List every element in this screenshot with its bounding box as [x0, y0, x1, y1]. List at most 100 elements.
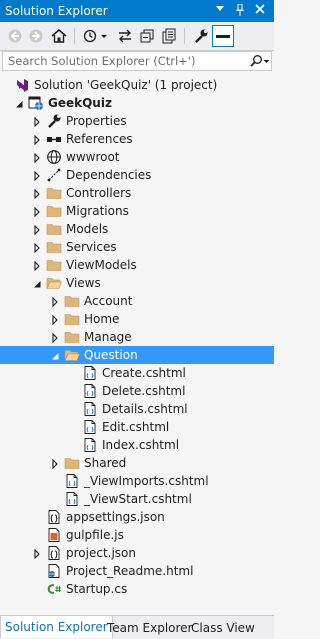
pin-icon[interactable] — [232, 2, 248, 18]
search-options-chevron-icon[interactable] — [263, 53, 270, 72]
tree-item-label: Project_Readme.html — [66, 564, 194, 578]
folder-open-icon — [64, 347, 80, 363]
close-icon[interactable] — [252, 2, 268, 18]
collapsed-arrow-icon[interactable] — [32, 260, 42, 272]
collapsed-arrow-icon[interactable] — [50, 314, 60, 326]
home-icon[interactable] — [50, 27, 68, 45]
properties-wrench-icon[interactable] — [192, 27, 210, 45]
sync-with-document-icon[interactable] — [116, 27, 134, 45]
tree-item[interactable]: Models — [0, 220, 274, 238]
chevron-down-icon[interactable] — [100, 27, 108, 45]
tree-item[interactable]: Views — [0, 274, 274, 292]
search-icon[interactable] — [249, 54, 263, 68]
dependencies-icon — [46, 167, 62, 183]
window-title: Solution Explorer — [5, 4, 108, 18]
tree-item-label: References — [66, 132, 133, 146]
tree-item[interactable]: Account — [0, 292, 274, 310]
forward-icon[interactable] — [27, 27, 45, 45]
tab-solution-explorer[interactable]: Solution Explorer — [0, 616, 113, 638]
tree-item-label: wwwroot — [66, 150, 120, 164]
tree-item[interactable]: appsettings.json — [0, 508, 274, 526]
pending-changes-filter-icon[interactable] — [82, 27, 100, 45]
tree-item[interactable]: GeekQuiz — [0, 94, 274, 112]
tree-item-label: Manage — [84, 330, 132, 344]
cshtml-file-icon — [82, 437, 98, 453]
folder-icon — [64, 455, 80, 471]
tree-item-label: project.json — [66, 546, 136, 560]
collapsed-arrow-icon[interactable] — [50, 296, 60, 308]
collapsed-arrow-icon[interactable] — [32, 188, 42, 200]
search-box — [2, 51, 272, 71]
tree-item-label: ViewModels — [66, 258, 137, 272]
title-bar: Solution Explorer — [0, 0, 274, 22]
preview-selected-items-icon[interactable] — [212, 25, 234, 47]
tree-item[interactable]: Manage — [0, 328, 274, 346]
collapsed-arrow-icon[interactable] — [32, 152, 42, 164]
expanded-arrow-icon[interactable] — [50, 350, 60, 360]
tree-item-label: Startup.cs — [66, 582, 128, 596]
tree-item[interactable]: Details.cshtml — [0, 400, 274, 418]
tree-item-label: Shared — [84, 456, 127, 470]
back-icon[interactable] — [6, 27, 24, 45]
collapsed-arrow-icon[interactable] — [32, 548, 42, 560]
folder-icon — [64, 329, 80, 345]
folder-icon — [64, 293, 80, 309]
show-all-files-icon[interactable] — [160, 27, 178, 45]
tree-item[interactable]: _ViewImports.cshtml — [0, 472, 274, 490]
tree-item[interactable]: wwwroot — [0, 148, 274, 166]
toolbar-separator — [74, 28, 75, 44]
tree-item-label: Index.cshtml — [102, 438, 180, 452]
cshtml-file-icon — [64, 473, 80, 489]
expanded-arrow-icon[interactable] — [14, 98, 24, 108]
collapsed-arrow-icon[interactable] — [32, 206, 42, 218]
tree-item-label: Create.cshtml — [102, 366, 186, 380]
tree-item[interactable]: Migrations — [0, 202, 274, 220]
collapsed-arrow-icon[interactable] — [50, 332, 60, 344]
tree-item[interactable]: _ViewStart.cshtml — [0, 490, 274, 508]
tree-item[interactable]: gulpfile.js — [0, 526, 274, 544]
collapsed-arrow-icon[interactable] — [32, 134, 42, 146]
tab-class-view[interactable]: Class View — [187, 619, 259, 637]
collapsed-arrow-icon[interactable] — [32, 224, 42, 236]
tree-item[interactable]: project.json — [0, 544, 274, 562]
tree-item[interactable]: Startup.cs — [0, 580, 274, 598]
tree-item-label: gulpfile.js — [66, 528, 124, 542]
expanded-arrow-icon[interactable] — [32, 278, 42, 288]
references-icon — [46, 131, 62, 147]
toolbar — [0, 22, 274, 51]
collapsed-arrow-icon[interactable] — [32, 170, 42, 182]
collapsed-arrow-icon[interactable] — [32, 116, 42, 128]
solution-tree: Solution 'GeekQuiz' (1 project) GeekQuiz P… — [0, 76, 274, 612]
solution-icon — [14, 77, 30, 93]
tree-item[interactable]: Solution 'GeekQuiz' (1 project) — [0, 76, 274, 94]
tree-item-label: Properties — [66, 114, 127, 128]
tree-item[interactable]: Dependencies — [0, 166, 274, 184]
collapsed-arrow-icon[interactable] — [32, 242, 42, 254]
tree-item[interactable]: Properties — [0, 112, 274, 130]
search-input[interactable] — [5, 52, 249, 70]
cshtml-file-icon — [64, 491, 80, 507]
collapsed-arrow-icon[interactable] — [50, 458, 60, 470]
tree-item[interactable]: Project_Readme.html — [0, 562, 274, 580]
tree-item[interactable]: Question — [0, 346, 274, 364]
dropdown-icon[interactable] — [212, 2, 228, 18]
tree-item-label: Account — [84, 294, 133, 308]
tree-item-label: _ViewStart.cshtml — [84, 492, 192, 506]
tab-strip: Solution Explorer Team Explorer Class Vi… — [0, 615, 274, 639]
tree-item-label: Home — [84, 312, 120, 326]
tree-item[interactable]: Create.cshtml — [0, 364, 274, 382]
collapse-all-icon[interactable] — [138, 27, 156, 45]
wrench-icon — [46, 113, 62, 129]
tree-item[interactable]: Home — [0, 310, 274, 328]
tree-item[interactable]: Shared — [0, 454, 274, 472]
tree-item[interactable]: Index.cshtml — [0, 436, 274, 454]
tree-item[interactable]: Delete.cshtml — [0, 382, 274, 400]
tree-item[interactable]: References — [0, 130, 274, 148]
tree-item[interactable]: Services — [0, 238, 274, 256]
tree-item[interactable]: ViewModels — [0, 256, 274, 274]
web-project-icon — [28, 95, 44, 111]
tab-team-explorer[interactable]: Team Explorer — [103, 619, 197, 637]
folder-icon — [46, 203, 62, 219]
tree-item[interactable]: Controllers — [0, 184, 274, 202]
tree-item[interactable]: Edit.cshtml — [0, 418, 274, 436]
